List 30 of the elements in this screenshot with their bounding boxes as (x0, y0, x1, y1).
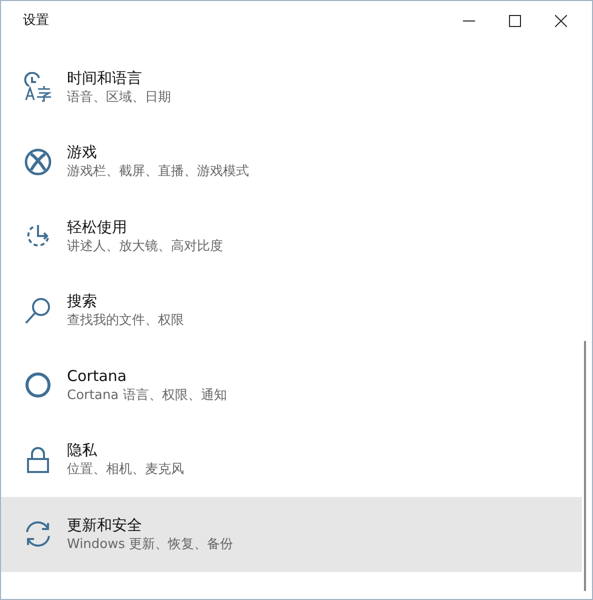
settings-item[interactable]: 更新和安全 Windows 更新、恢复、备份 (1, 497, 582, 572)
close-icon (555, 15, 567, 27)
item-title: 时间和语言 (67, 68, 143, 88)
item-description: 讲述人、放大镜、高对比度 (67, 238, 223, 256)
item-description: Windows 更新、恢复、备份 (67, 536, 234, 554)
settings-item[interactable]: 隐私 位置、相机、麦克风 (1, 422, 582, 497)
settings-item[interactable]: 搜索 查找我的文件、权限 (1, 274, 582, 348)
item-title: 隐私 (67, 440, 98, 460)
item-title: Cortana (67, 366, 128, 386)
item-title: 搜索 (67, 291, 98, 312)
settings-item[interactable]: Cortana Cortana 语言、权限、通知 (1, 348, 582, 422)
item-description: 语音、区域、日期 (67, 88, 171, 107)
item-description: Cortana 语言、权限、通知 (67, 386, 227, 405)
item-title: 更新和安全 (67, 514, 143, 535)
settings-item[interactable]: 游戏 游戏栏、截屏、直播、游戏模式 (1, 124, 582, 199)
ring-icon (23, 370, 53, 400)
clock-letters-icon (23, 72, 53, 102)
search-icon (23, 296, 53, 326)
window-title: 设置 (23, 12, 49, 30)
scrollbar-thumb[interactable] (584, 341, 586, 591)
item-title: 轻松使用 (67, 216, 128, 237)
item-title: 游戏 (67, 142, 98, 162)
item-description: 查找我的文件、权限 (67, 312, 184, 330)
item-description: 位置、相机、麦克风 (67, 461, 184, 480)
sync-icon (23, 519, 53, 550)
settings-item[interactable]: 轻松使用 讲述人、放大镜、高对比度 (1, 199, 582, 274)
item-description: 游戏栏、截屏、直播、游戏模式 (67, 163, 249, 182)
settings-item[interactable]: 时间和语言 语音、区域、日期 (1, 50, 582, 124)
maximize-icon (509, 15, 521, 27)
xbox-icon (23, 146, 53, 177)
